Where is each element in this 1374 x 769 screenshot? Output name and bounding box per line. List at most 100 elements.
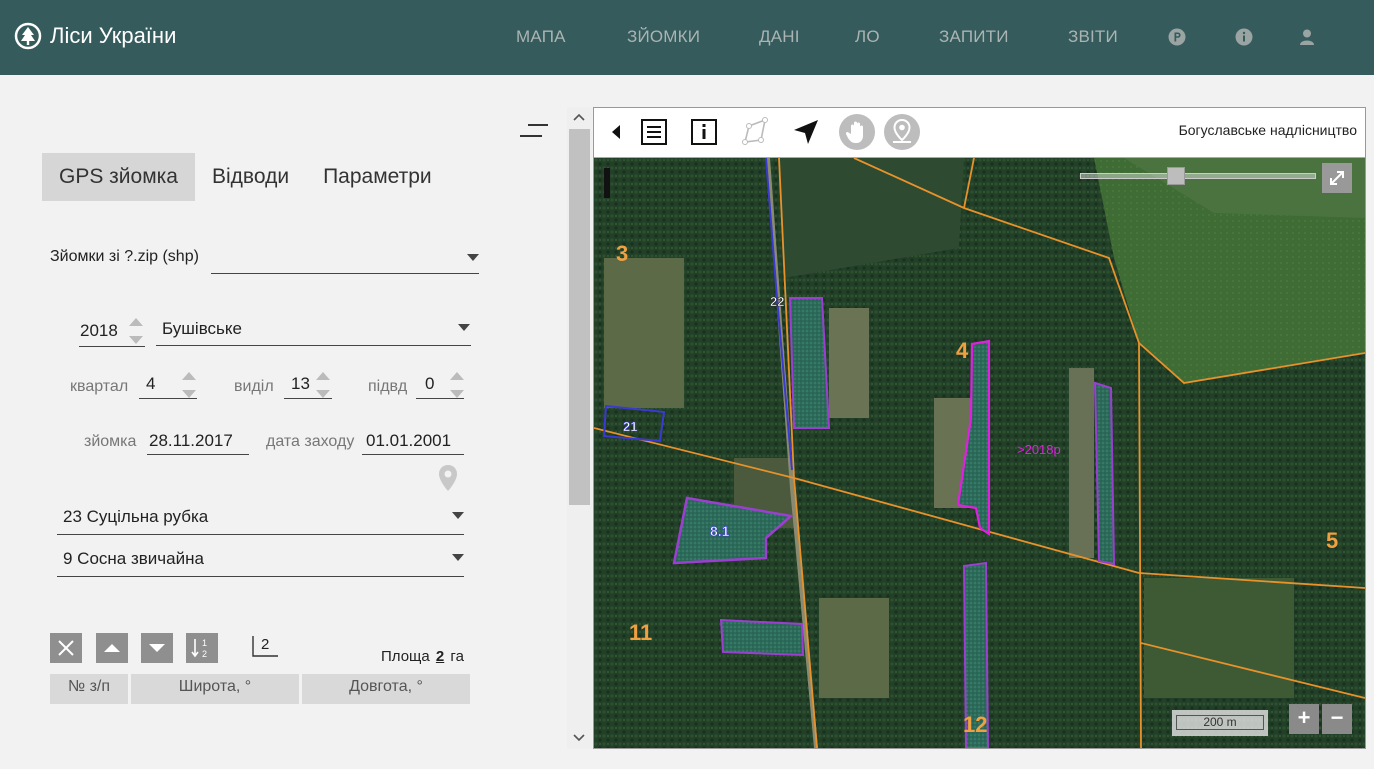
nav-map[interactable]: МАПА <box>516 27 566 47</box>
vydil-field[interactable] <box>284 398 332 399</box>
tab-parameters[interactable]: Параметри <box>306 153 449 201</box>
nav-requests[interactable]: ЗАПИТИ <box>939 27 1009 47</box>
vydil-stepper[interactable] <box>316 372 330 398</box>
map-panel: Богуславське надлісництво 3 4 5 11 12 22… <box>593 107 1366 749</box>
scroll-up-icon[interactable] <box>573 112 585 122</box>
clearing <box>1144 578 1294 698</box>
info-box-icon[interactable] <box>688 116 720 148</box>
parcel-cut[interactable] <box>1093 381 1116 566</box>
tab-allotments[interactable]: Відводи <box>195 153 306 201</box>
close-icon <box>58 640 74 656</box>
action-date-label: дата заходу <box>266 433 355 450</box>
clearing <box>604 258 684 408</box>
scale-bar: 200 m <box>1172 710 1268 736</box>
pidvd-stepper[interactable] <box>450 372 464 398</box>
brand[interactable]: Ліси України <box>14 22 176 50</box>
source-select[interactable] <box>211 273 479 274</box>
action-type-select[interactable] <box>57 534 464 535</box>
zoom-in-button[interactable]: + <box>1289 704 1319 734</box>
nav-reports[interactable]: ЗВІТИ <box>1068 27 1118 47</box>
area-value: 2 <box>435 648 445 665</box>
delete-button[interactable] <box>50 633 82 663</box>
chevron-down-icon[interactable] <box>467 254 479 261</box>
vydil-value[interactable]: 13 <box>291 374 310 394</box>
collapse-left-icon[interactable] <box>604 116 628 148</box>
pin-location-icon[interactable] <box>883 114 921 150</box>
species-value[interactable]: 9 Сосна звичайна <box>63 549 204 569</box>
list-icon[interactable] <box>638 116 670 148</box>
col-header-latitude[interactable]: Широта, ° <box>131 674 299 704</box>
info-icon[interactable] <box>1235 28 1253 46</box>
forestry-name: Богуславське надлісництво <box>1178 122 1357 138</box>
forestry-value[interactable]: Бушівське <box>162 319 242 339</box>
navigate-arrow-icon[interactable] <box>790 116 822 148</box>
species-select[interactable] <box>57 576 464 577</box>
pidvd-value[interactable]: 0 <box>425 374 434 394</box>
parcel-22[interactable] <box>788 297 831 429</box>
map-canvas[interactable]: 3 4 5 11 12 22 21 8.1 >2018р <box>594 158 1365 748</box>
quarter-label-11: 11 <box>629 620 652 645</box>
scroll-thumb[interactable] <box>569 129 590 505</box>
zoom-out-button[interactable]: − <box>1322 704 1352 734</box>
tab-bar: GPS зйомка Відводи Параметри <box>42 153 449 201</box>
source-label: Зйомки зі ?.zip (shp) <box>50 248 199 265</box>
move-up-button[interactable] <box>96 633 128 663</box>
pan-hand-icon[interactable] <box>838 114 876 150</box>
col-header-longitude[interactable]: Довгота, ° <box>302 674 470 704</box>
area-label: Площа <box>381 648 430 665</box>
chevron-down-icon[interactable] <box>452 512 464 519</box>
opacity-slider-thumb[interactable] <box>1167 167 1185 185</box>
triangle-down-icon <box>149 644 165 652</box>
parcel-label-22: 22 <box>770 294 784 309</box>
year-stepper[interactable] <box>129 318 143 344</box>
survey-date-field[interactable] <box>147 454 249 455</box>
nav-surveys[interactable]: ЗЙОМКИ <box>627 27 700 47</box>
action-date-value[interactable]: 01.01.2001 <box>366 431 451 451</box>
opacity-slider-track[interactable] <box>1080 173 1316 179</box>
kvartal-field[interactable] <box>139 398 197 399</box>
chevron-down-icon[interactable] <box>452 554 464 561</box>
scroll-down-icon[interactable] <box>573 733 585 743</box>
fullscreen-button[interactable] <box>1322 163 1352 193</box>
quarter-label-5: 5 <box>1326 528 1338 553</box>
map-toolbar: Богуславське надлісництво <box>594 108 1365 158</box>
svg-text:2: 2 <box>202 649 207 659</box>
quarter-label-3: 3 <box>616 241 628 266</box>
move-down-button[interactable] <box>141 633 173 663</box>
triangle-up-icon <box>104 644 120 652</box>
quarter-label-12: 12 <box>963 712 987 737</box>
kvartal-label: квартал <box>70 378 129 395</box>
col-header-number[interactable]: № з/п <box>50 674 128 704</box>
survey-date-value[interactable]: 28.11.2017 <box>149 431 233 451</box>
tab-gps-survey[interactable]: GPS зйомка <box>42 153 195 201</box>
parcel-cut[interactable] <box>719 618 805 657</box>
p-circle-icon[interactable] <box>1168 28 1186 46</box>
chevron-down-icon[interactable] <box>458 324 470 331</box>
nav-data[interactable]: ДАНІ <box>759 27 800 47</box>
brand-title: Ліси України <box>50 23 177 48</box>
action-date-field[interactable] <box>362 454 464 455</box>
panel-toggle-icon[interactable] <box>520 122 550 140</box>
parcel-label-8-1: 8.1 <box>710 523 730 539</box>
survey-date-label: зйомка <box>84 433 137 450</box>
sort-numeric-button[interactable]: 1 2 <box>186 633 218 663</box>
year-field[interactable] <box>79 346 145 347</box>
nav-lo[interactable]: ЛО <box>855 27 880 47</box>
decimals-value[interactable]: 2 <box>261 636 269 653</box>
polygon-draw-icon[interactable] <box>739 116 771 148</box>
user-icon[interactable] <box>1298 28 1316 46</box>
action-type-value[interactable]: 23 Суцільна рубка <box>63 507 208 527</box>
area-display: Площа 2 га <box>381 648 464 665</box>
area-unit: га <box>450 648 464 665</box>
map-marker-icon[interactable] <box>438 464 458 492</box>
satellite-map[interactable]: 3 4 5 11 12 22 21 8.1 >2018р 200 m + − <box>594 158 1365 748</box>
pidvd-field[interactable] <box>416 398 464 399</box>
panel-scrollbar[interactable] <box>567 107 592 749</box>
forestry-select[interactable] <box>156 345 471 346</box>
kvartal-value[interactable]: 4 <box>146 374 155 394</box>
map-marker-bar <box>604 168 610 198</box>
parcel-label-21: 21 <box>623 419 637 434</box>
kvartal-stepper[interactable] <box>182 372 196 398</box>
year-value[interactable]: 2018 <box>80 321 118 341</box>
quarter-label-4: 4 <box>956 338 969 363</box>
